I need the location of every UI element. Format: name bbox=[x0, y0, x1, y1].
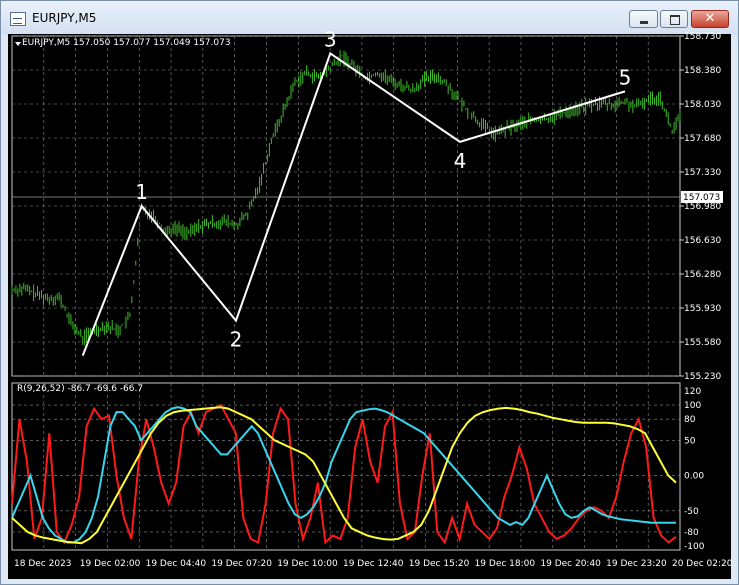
collapse-triangle-icon[interactable] bbox=[15, 42, 21, 46]
time-axis-label: 19 Dec 18:00 bbox=[475, 559, 536, 569]
indicator-tick-label: 80 bbox=[684, 415, 696, 425]
wave-label-5: 5 bbox=[619, 65, 632, 89]
time-axis-label: 20 Dec 02:20 bbox=[672, 559, 733, 569]
indicator-tick-label: 0.00 bbox=[684, 472, 704, 482]
indicator-header: R(9,26,52) -86.7 -69.6 -66.7 bbox=[17, 384, 144, 394]
ohlc-header: EURJPY,M5 157.050 157.077 157.049 157.07… bbox=[22, 38, 231, 48]
time-axis-label: 19 Dec 12:40 bbox=[343, 559, 404, 569]
indicator-tick-label: 50 bbox=[684, 436, 696, 446]
price-tick-label: 155.580 bbox=[684, 338, 721, 348]
time-axis-label: 19 Dec 20:40 bbox=[540, 559, 601, 569]
wave-label-2: 2 bbox=[230, 328, 243, 352]
price-tick-label: 158.730 bbox=[684, 32, 721, 42]
indicator-tick-label: 120 bbox=[684, 387, 701, 397]
price-tick-label: 155.230 bbox=[684, 372, 721, 382]
wave-label-4: 4 bbox=[454, 149, 467, 173]
current-price-label: 157.073 bbox=[683, 193, 720, 203]
price-tick-label: 156.280 bbox=[684, 270, 721, 280]
indicator-tick-label: -100 bbox=[684, 542, 705, 552]
indicator-tick-label: -80 bbox=[684, 528, 699, 538]
price-tick-label: 158.380 bbox=[684, 66, 721, 76]
price-tick-label: 155.930 bbox=[684, 304, 721, 314]
indicator-tick-label: 100 bbox=[684, 401, 701, 411]
time-axis-label: 19 Dec 02:00 bbox=[80, 559, 141, 569]
wave-label-3: 3 bbox=[324, 27, 337, 51]
price-tick-label: 156.630 bbox=[684, 236, 721, 246]
wave-line bbox=[81, 51, 626, 356]
time-axis-label: 19 Dec 23:20 bbox=[606, 559, 667, 569]
wave-label-1: 1 bbox=[135, 180, 148, 204]
time-axis-label: 19 Dec 15:20 bbox=[409, 559, 470, 569]
price-tick-label: 157.330 bbox=[684, 168, 721, 178]
price-tick-label: 156.980 bbox=[684, 202, 721, 212]
price-tick-label: 158.030 bbox=[684, 100, 721, 110]
time-axis-label: 19 Dec 07:20 bbox=[211, 559, 272, 569]
time-axis-label: 19 Dec 10:00 bbox=[277, 559, 338, 569]
indicator-tick-label: -50 bbox=[684, 507, 699, 517]
time-axis-label: 19 Dec 04:40 bbox=[146, 559, 207, 569]
price-tick-label: 157.680 bbox=[684, 134, 721, 144]
time-axis-label: 18 Dec 2023 bbox=[14, 559, 72, 569]
chart-svg: 158.730 158.380 158.030 157.680 157.330 156.9… bbox=[11, 27, 733, 569]
